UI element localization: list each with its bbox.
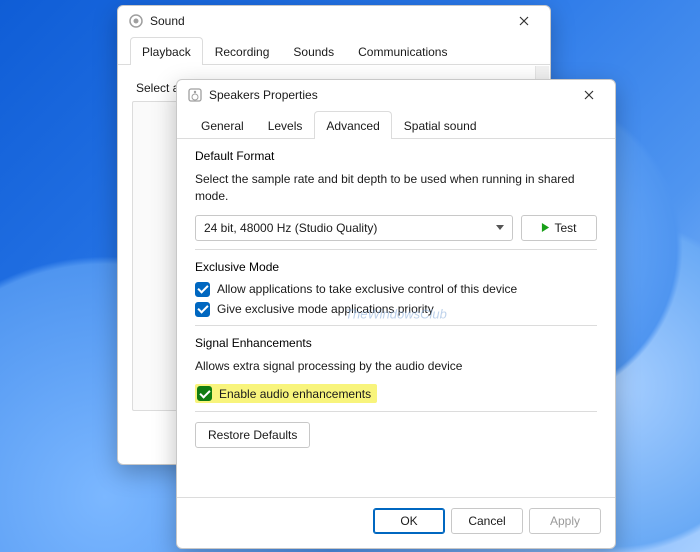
tab-spatial[interactable]: Spatial sound — [392, 111, 489, 139]
checkbox-icon — [195, 282, 210, 297]
divider — [195, 411, 597, 412]
sound-titlebar: Sound — [118, 6, 550, 36]
signal-enh-title: Signal Enhancements — [195, 336, 597, 350]
ok-button[interactable]: OK — [373, 508, 445, 534]
speaker-icon — [128, 13, 144, 29]
sound-title: Sound — [150, 14, 502, 28]
sample-rate-value: 24 bit, 48000 Hz (Studio Quality) — [204, 221, 377, 235]
props-tabs: General Levels Advanced Spatial sound — [177, 110, 615, 139]
sample-rate-combobox[interactable]: 24 bit, 48000 Hz (Studio Quality) — [195, 215, 513, 241]
checkbox-icon — [195, 302, 210, 317]
play-icon — [541, 223, 550, 232]
restore-defaults-label: Restore Defaults — [208, 428, 297, 442]
checkbox-label: Enable audio enhancements — [219, 387, 371, 401]
checkbox-icon — [197, 386, 212, 401]
checkbox-exclusive-priority[interactable]: Give exclusive mode applications priorit… — [195, 302, 597, 317]
props-titlebar: Speakers Properties — [177, 80, 615, 110]
tab-general[interactable]: General — [189, 111, 256, 139]
chevron-down-icon — [496, 225, 504, 230]
restore-defaults-button[interactable]: Restore Defaults — [195, 422, 310, 448]
cancel-label: Cancel — [468, 514, 505, 528]
tab-recording[interactable]: Recording — [203, 37, 282, 65]
highlighted-option: Enable audio enhancements — [195, 384, 377, 403]
test-label: Test — [554, 221, 576, 235]
default-format-desc: Select the sample rate and bit depth to … — [195, 171, 597, 205]
sound-close-button[interactable] — [502, 7, 546, 35]
signal-enh-desc: Allows extra signal processing by the au… — [195, 358, 597, 375]
props-body: Default Format Select the sample rate an… — [177, 139, 615, 497]
group-exclusive-mode: Exclusive Mode Allow applications to tak… — [195, 260, 597, 317]
speakers-properties-window: Speakers Properties General Levels Advan… — [176, 79, 616, 549]
group-default-format: Default Format Select the sample rate an… — [195, 149, 597, 241]
ok-label: OK — [400, 514, 417, 528]
checkbox-enable-enhancements[interactable]: Enable audio enhancements — [197, 386, 371, 401]
tab-advanced[interactable]: Advanced — [314, 111, 391, 139]
sound-tabs: Playback Recording Sounds Communications — [118, 36, 550, 65]
checkbox-label: Allow applications to take exclusive con… — [217, 282, 517, 296]
props-close-button[interactable] — [567, 81, 611, 109]
apply-label: Apply — [550, 514, 580, 528]
group-signal-enhancements: Signal Enhancements Allows extra signal … — [195, 336, 597, 404]
test-button[interactable]: Test — [521, 215, 597, 241]
desktop-wallpaper: Sound Playback Recording Sounds Communic… — [0, 0, 700, 552]
tab-sounds[interactable]: Sounds — [281, 37, 346, 65]
checkbox-exclusive-control[interactable]: Allow applications to take exclusive con… — [195, 282, 597, 297]
tab-communications[interactable]: Communications — [346, 37, 459, 65]
checkbox-label: Give exclusive mode applications priorit… — [217, 302, 434, 316]
exclusive-mode-title: Exclusive Mode — [195, 260, 597, 274]
props-title: Speakers Properties — [209, 88, 567, 102]
speaker-icon — [187, 87, 203, 103]
props-footer: OK Cancel Apply — [177, 497, 615, 548]
divider — [195, 249, 597, 250]
tab-playback[interactable]: Playback — [130, 37, 203, 65]
divider — [195, 325, 597, 326]
cancel-button[interactable]: Cancel — [451, 508, 523, 534]
tab-levels[interactable]: Levels — [256, 111, 315, 139]
default-format-title: Default Format — [195, 149, 597, 163]
apply-button[interactable]: Apply — [529, 508, 601, 534]
